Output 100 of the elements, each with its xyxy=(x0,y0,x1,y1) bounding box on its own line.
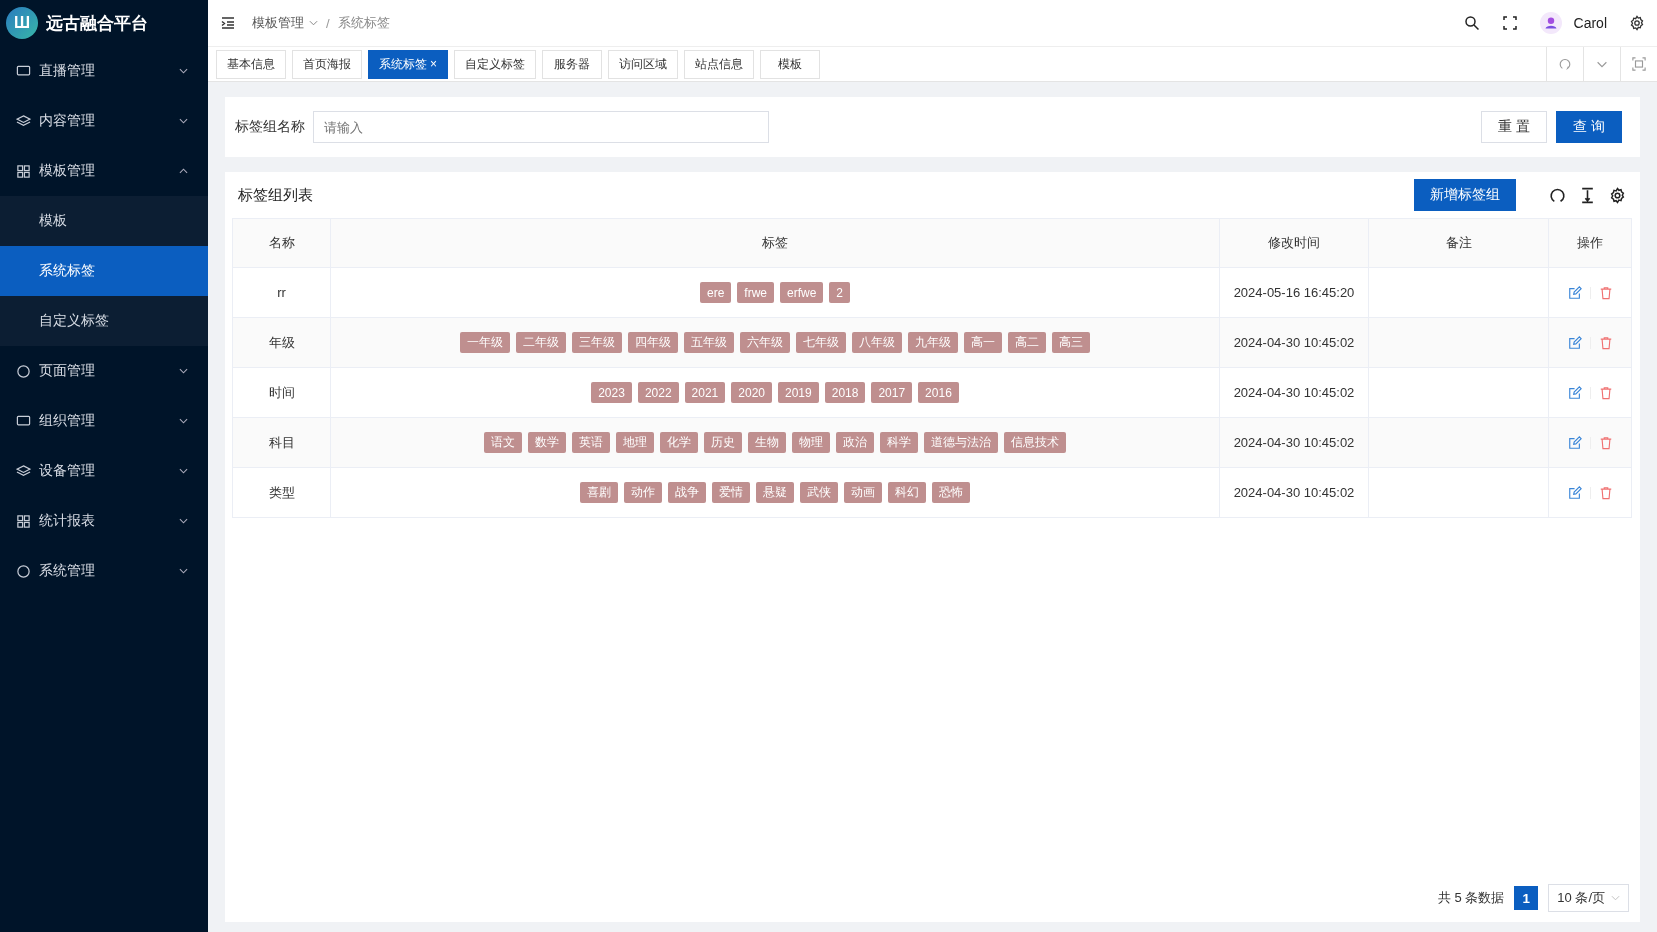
tab[interactable]: 自定义标签 xyxy=(454,49,536,79)
tag: 八年级 xyxy=(852,332,902,353)
fullscreen-icon[interactable] xyxy=(1501,15,1518,31)
tag: 2019 xyxy=(778,382,819,403)
tag: 五年级 xyxy=(684,332,734,353)
app-title: 远古融合平台 xyxy=(46,12,148,35)
column-header: 修改时间 xyxy=(1220,219,1369,267)
section-title: 标签组列表 xyxy=(238,185,313,205)
tag: 武侠 xyxy=(800,482,838,503)
submenu-item[interactable]: 自定义标签 xyxy=(0,296,208,346)
chevron-icon xyxy=(179,368,188,374)
chevron-icon xyxy=(179,468,188,474)
tag: 动画 xyxy=(844,482,882,503)
menu-item[interactable]: 页面管理 xyxy=(0,346,208,396)
tag: 六年级 xyxy=(740,332,790,353)
name-input-field[interactable]: 请输入 xyxy=(313,111,769,143)
tag: 数学 xyxy=(528,432,566,453)
table-cell: 2024-04-30 10:45:02 xyxy=(1220,318,1369,367)
column-header: 名称 xyxy=(232,219,331,267)
tag: 喜剧 xyxy=(580,482,618,503)
breadcrumb-link[interactable]: 模板管理 xyxy=(252,14,304,32)
edit-icon[interactable] xyxy=(1567,435,1582,450)
tab[interactable]: 服务器 xyxy=(542,49,602,79)
tag: 科学 xyxy=(880,432,918,453)
user-name[interactable]: Carol xyxy=(1573,15,1607,31)
menu-item[interactable]: 模板管理 xyxy=(0,146,208,196)
column-header: 标签 xyxy=(331,219,1220,267)
search-icon[interactable] xyxy=(1463,15,1480,31)
tag: 语文 xyxy=(484,432,522,453)
tag: erfwe xyxy=(780,282,824,303)
query-button[interactable]: 查 询 xyxy=(1556,111,1622,143)
chevron-icon xyxy=(309,20,318,26)
tag: 动作 xyxy=(624,482,662,503)
tag: ere xyxy=(699,282,732,303)
menu-item[interactable]: 组织管理 xyxy=(0,396,208,446)
menu-item[interactable]: 内容管理 xyxy=(0,96,208,146)
delete-icon[interactable] xyxy=(1598,285,1613,300)
page-button[interactable]: 1 xyxy=(1514,886,1539,910)
table-cell: 2024-04-30 10:45:02 xyxy=(1220,468,1369,517)
table-cell: 2024-05-16 16:45:20 xyxy=(1220,268,1369,317)
refresh-icon xyxy=(1558,57,1572,71)
tag: 2 xyxy=(829,282,850,303)
tab[interactable]: 基本信息 xyxy=(216,49,286,79)
tag: 七年级 xyxy=(796,332,846,353)
tab[interactable]: 站点信息 xyxy=(684,49,754,79)
table-cell: 时间 xyxy=(232,368,331,417)
page-size-select[interactable]: 10 条/页 xyxy=(1548,884,1629,912)
tag: 科幻 xyxy=(888,482,926,503)
settings-icon[interactable] xyxy=(1609,186,1626,204)
tag: 高三 xyxy=(1052,332,1090,353)
delete-icon[interactable] xyxy=(1598,385,1613,400)
edit-icon[interactable] xyxy=(1567,335,1582,350)
table-cell: 科目 xyxy=(232,418,331,467)
menu-item[interactable]: 设备管理 xyxy=(0,446,208,496)
edit-icon[interactable] xyxy=(1567,485,1582,500)
tag: 道德与法治 xyxy=(924,432,998,453)
tag: 高一 xyxy=(964,332,1002,353)
avatar-icon[interactable] xyxy=(1539,12,1562,34)
tab[interactable]: 首页海报 xyxy=(292,49,362,79)
chevron-icon xyxy=(179,568,188,574)
tag: 战争 xyxy=(668,482,706,503)
chevron-icon xyxy=(179,418,188,424)
table-cell: 年级 xyxy=(232,318,331,367)
submenu-item[interactable]: 系统标签 xyxy=(0,246,208,296)
submenu-item[interactable]: 模板 xyxy=(0,196,208,246)
tag: 2018 xyxy=(824,382,866,403)
edit-icon[interactable] xyxy=(1567,285,1582,300)
maximize-icon xyxy=(1632,57,1646,71)
tab[interactable]: 访问区域 xyxy=(608,49,678,79)
chevron-icon xyxy=(179,518,188,524)
column-height-icon[interactable] xyxy=(1579,186,1596,204)
breadcrumb-separator: / xyxy=(326,15,330,31)
reset-button[interactable]: 重 置 xyxy=(1481,111,1548,143)
menu-item[interactable]: 直播管理 xyxy=(0,46,208,96)
edit-icon[interactable] xyxy=(1567,385,1582,400)
breadcrumb-current: 系统标签 xyxy=(337,14,390,32)
tag: 三年级 xyxy=(572,332,622,353)
logo-icon: Ш xyxy=(6,7,38,39)
tag: 化学 xyxy=(660,432,698,453)
tag: 2023 xyxy=(591,382,632,403)
tag: 信息技术 xyxy=(1004,432,1066,453)
delete-icon[interactable] xyxy=(1598,335,1613,350)
refresh-icon[interactable] xyxy=(1549,186,1566,204)
column-header: 操作 xyxy=(1549,219,1632,267)
chevron-icon xyxy=(1611,895,1620,901)
delete-icon[interactable] xyxy=(1598,485,1613,500)
table-cell: 类型 xyxy=(232,468,331,517)
tag: 2021 xyxy=(684,382,726,403)
delete-icon[interactable] xyxy=(1598,435,1613,450)
tag: 四年级 xyxy=(628,332,678,353)
menu-item[interactable]: 系统管理 xyxy=(0,546,208,596)
tag: 政治 xyxy=(836,432,874,453)
menu-item[interactable]: 统计报表 xyxy=(0,496,208,546)
chevron-icon xyxy=(179,168,188,174)
add-button[interactable]: 新增标签组 xyxy=(1414,179,1516,211)
tag: 2020 xyxy=(731,382,772,403)
settings-icon[interactable] xyxy=(1629,15,1645,31)
tag: 恐怖 xyxy=(932,482,970,503)
tab[interactable]: 模板 xyxy=(760,49,820,79)
tab[interactable]: 系统标签 × xyxy=(368,49,448,79)
